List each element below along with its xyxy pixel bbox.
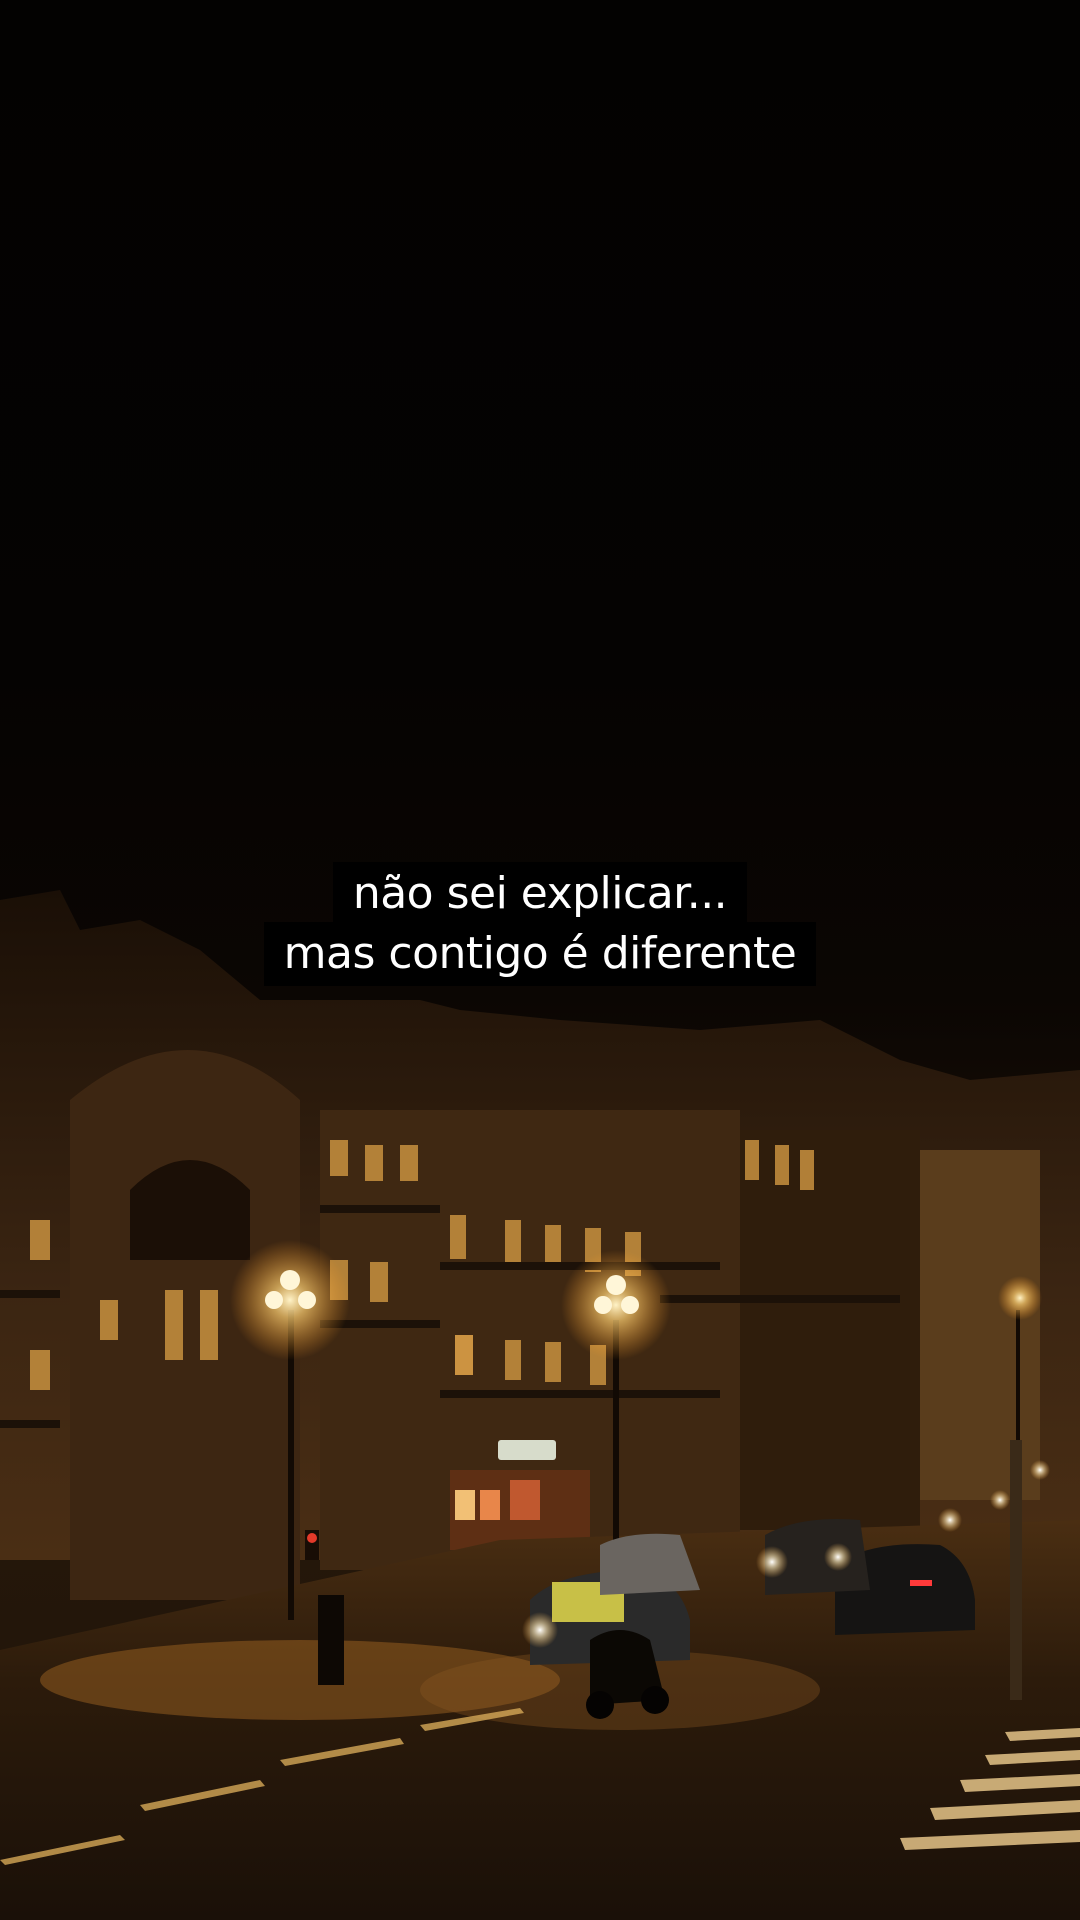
pole-right bbox=[1010, 1440, 1022, 1700]
shop-sign bbox=[498, 1440, 556, 1460]
bollard bbox=[318, 1595, 344, 1685]
caption-line-2: mas contigo é diferente bbox=[263, 922, 817, 986]
caption-line-1: não sei explicar... bbox=[332, 862, 748, 926]
caption: não sei explicar... mas contigo é difere… bbox=[0, 862, 1080, 986]
